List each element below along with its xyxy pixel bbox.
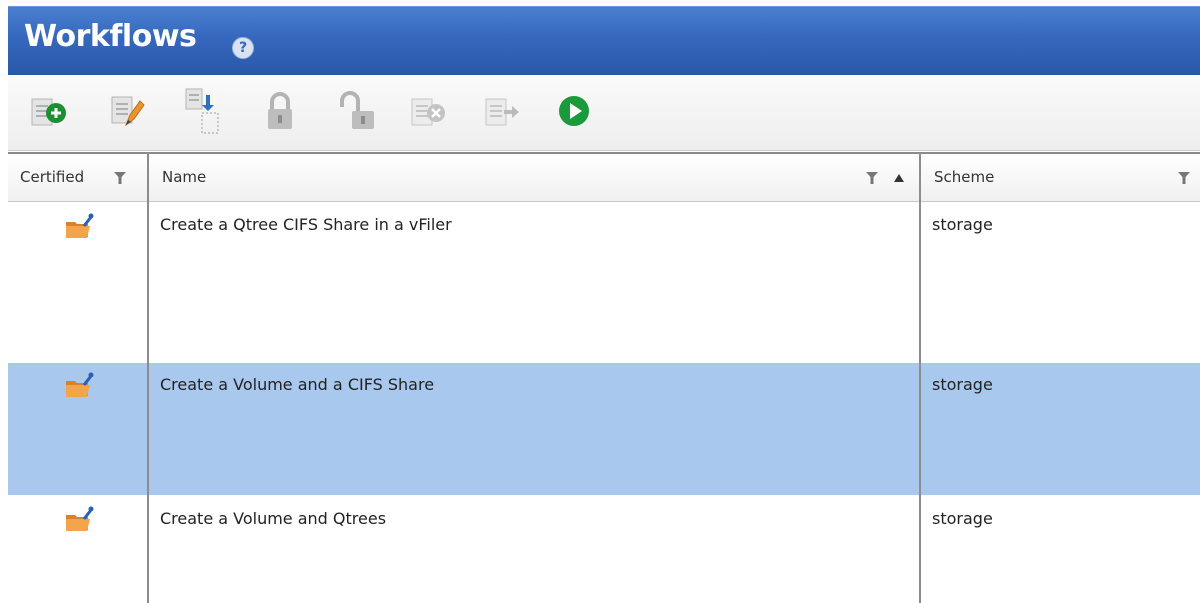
- table-row[interactable]: Create a Qtree CIFS Share in a vFiler st…: [8, 202, 1200, 363]
- edit-workflow-button[interactable]: [104, 89, 148, 133]
- column-divider[interactable]: [147, 152, 149, 603]
- table-row-selected[interactable]: Create a Volume and a CIFS Share storage: [8, 363, 1200, 495]
- certified-folder-icon: [66, 213, 94, 238]
- toolbar: [8, 75, 1200, 151]
- workflow-name: Create a Qtree CIFS Share in a vFiler: [160, 215, 452, 234]
- new-workflow-icon: [31, 98, 66, 126]
- column-header-certified[interactable]: Certified: [8, 154, 148, 202]
- help-icon[interactable]: ?: [232, 37, 254, 59]
- export-icon: [485, 98, 519, 126]
- export-button[interactable]: [480, 89, 524, 133]
- workflow-name: Create a Volume and a CIFS Share: [160, 375, 435, 394]
- clone-workflow-icon: [185, 88, 219, 134]
- column-header-name[interactable]: Name: [150, 154, 920, 202]
- edit-workflow-icon: [111, 96, 145, 127]
- filter-icon[interactable]: [866, 172, 878, 184]
- workflow-scheme: storage: [932, 215, 993, 234]
- sort-ascending-icon[interactable]: [894, 173, 904, 183]
- workflows-panel: Workflows ? Certified Name Scheme Create…: [8, 0, 1200, 603]
- workflow-name: Create a Volume and Qtrees: [160, 509, 387, 528]
- column-header-scheme[interactable]: Scheme: [922, 154, 1200, 202]
- title-bar: Workflows ?: [8, 6, 1200, 75]
- workflow-scheme: storage: [932, 375, 993, 394]
- new-workflow-button[interactable]: [26, 89, 70, 133]
- workflow-scheme: storage: [932, 509, 993, 528]
- lock-button[interactable]: [258, 89, 302, 133]
- execute-icon: [559, 96, 589, 126]
- filter-icon[interactable]: [114, 172, 126, 184]
- table-header: Certified Name Scheme: [8, 152, 1200, 202]
- column-divider[interactable]: [919, 152, 921, 603]
- page-title: Workflows: [24, 19, 197, 54]
- lock-icon: [268, 92, 292, 129]
- workflows-table: Certified Name Scheme Create a Qtree CIF…: [8, 152, 1200, 603]
- unlock-icon: [340, 91, 374, 129]
- certified-folder-icon: [66, 372, 94, 397]
- execute-button[interactable]: [552, 89, 596, 133]
- delete-workflow-button[interactable]: [406, 89, 450, 133]
- table-row[interactable]: Create a Volume and Qtrees storage: [8, 495, 1200, 603]
- filter-icon[interactable]: [1178, 172, 1190, 184]
- unlock-button[interactable]: [336, 89, 380, 133]
- clone-workflow-button[interactable]: [180, 88, 224, 134]
- certified-folder-icon: [66, 506, 94, 531]
- delete-workflow-icon: [411, 98, 445, 126]
